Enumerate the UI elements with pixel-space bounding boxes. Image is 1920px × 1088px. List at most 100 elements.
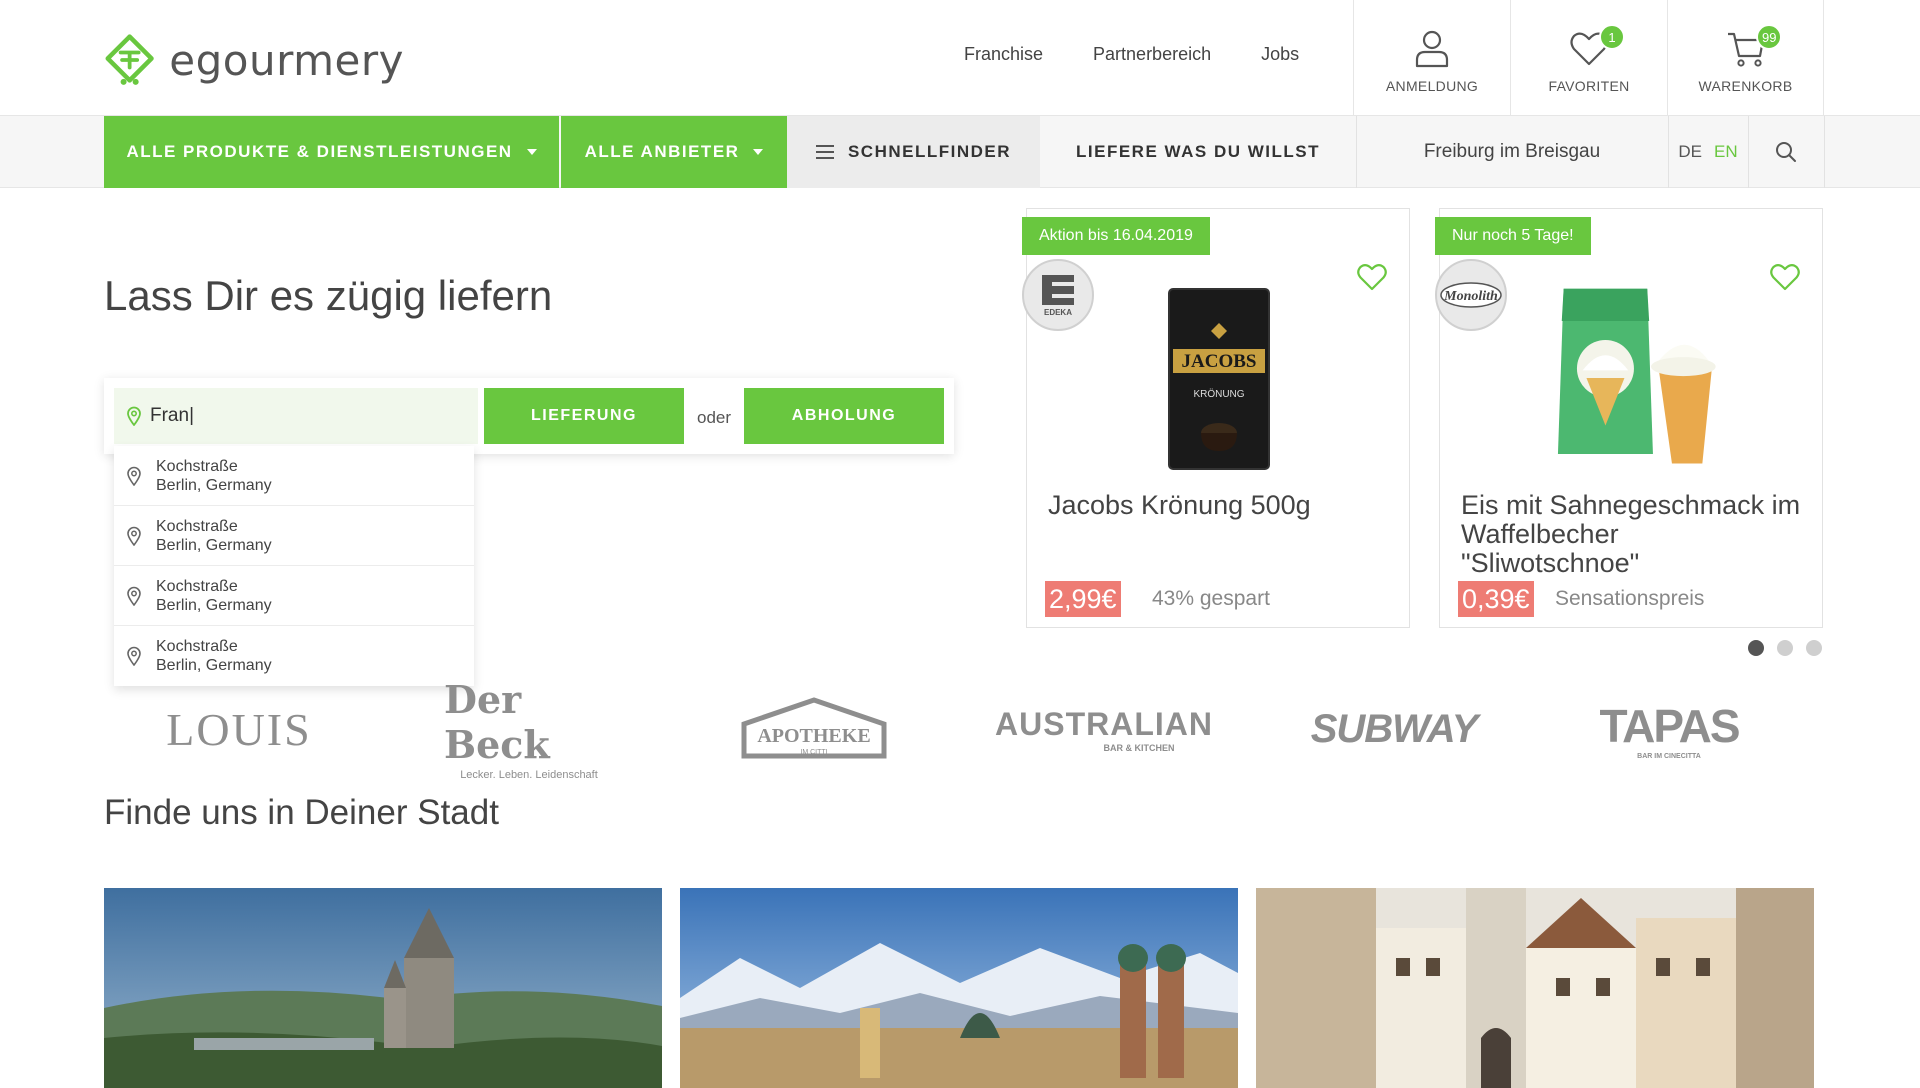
product-image: JACOBS KRÖNUNG — [1168, 288, 1270, 470]
all-products-label: ALLE PRODUKTE & DIENSTLEISTUNGEN — [126, 142, 513, 161]
city-selector[interactable]: Freiburg im Breisgau — [1356, 116, 1668, 188]
cart-label: WARENKORB — [1698, 78, 1793, 94]
suggestion-item[interactable]: Kochstraße Berlin, Germany — [114, 446, 474, 506]
delivery-button[interactable]: LIEFERUNG — [484, 388, 684, 444]
login-button[interactable]: ANMELDUNG — [1353, 0, 1510, 116]
apotheke-logo: APOTHEKE IM CITTI — [741, 697, 887, 759]
header-actions: ANMELDUNG 1 FAVORITEN 99 WARENKORB — [1353, 0, 1824, 116]
link-franchise[interactable]: Franchise — [964, 44, 1043, 65]
brand-subway-name: SUBWAY — [1310, 706, 1479, 751]
menu-icon — [815, 145, 834, 159]
delivery-search-panel: LIEFERUNG oder ABHOLUNG — [104, 378, 954, 454]
quick-finder-button[interactable]: SCHNELLFINDER — [787, 116, 1040, 188]
section-title: Finde uns in Deiner Stadt — [104, 793, 499, 832]
logo[interactable]: egourmery — [104, 24, 404, 96]
suggestion-item[interactable]: Kochstraße Berlin, Germany — [114, 626, 474, 686]
suggestion-item[interactable]: Kochstraße Berlin, Germany — [114, 506, 474, 566]
suggestion-street: Kochstraße — [156, 517, 238, 535]
edeka-logo: EDEKA — [1022, 259, 1094, 331]
promo-tag: Aktion bis 16.04.2019 — [1022, 217, 1210, 255]
product-name: Jacobs Krönung 500g — [1048, 490, 1311, 520]
package-sub: KRÖNUNG — [1193, 388, 1244, 400]
user-icon — [1415, 30, 1449, 68]
brand-australian[interactable]: AUSTRALIAN BAR & KITCHEN — [995, 688, 1212, 770]
brand-australian-tagline: BAR & KITCHEN — [1103, 742, 1175, 753]
city-card[interactable] — [1256, 888, 1814, 1088]
carousel-dot[interactable] — [1777, 640, 1793, 656]
main-nav: ALLE PRODUKTE & DIENSTLEISTUNGEN ALLE AN… — [0, 116, 1920, 188]
favorites-label: FAVORITEN — [1548, 78, 1630, 94]
product-image — [1557, 288, 1716, 464]
favorites-button[interactable]: 1 FAVORITEN — [1510, 0, 1667, 116]
location-pin-icon — [127, 586, 141, 606]
favorites-badge: 1 — [1599, 24, 1625, 50]
or-text: oder — [697, 408, 732, 427]
address-suggestions: Kochstraße Berlin, Germany Kochstraße Berl… — [114, 446, 474, 686]
search-button[interactable] — [1748, 116, 1824, 188]
brand-der-beck-name: Der Beck — [444, 677, 550, 767]
brand-der-beck-tagline: Lecker. Leben. Leidenschaft — [460, 769, 598, 781]
caret-down-icon — [753, 149, 764, 155]
caret-down-icon — [526, 149, 537, 155]
suggestion-street: Kochstraße — [156, 577, 238, 595]
link-partnerbereich[interactable]: Partnerbereich — [1093, 44, 1211, 65]
deliver-anything-label: LIEFERE WAS DU WILLST — [1076, 142, 1320, 161]
logo-icon — [105, 34, 154, 85]
product-price: 0,39€ — [1458, 581, 1534, 617]
hero-title: Lass Dir es zügig liefern — [104, 272, 553, 319]
cart-button[interactable]: 99 WARENKORB — [1667, 0, 1824, 116]
link-jobs[interactable]: Jobs — [1261, 44, 1299, 65]
monolith-icon: Monolith — [1440, 282, 1502, 308]
product-card[interactable]: Aktion bis 16.04.2019 EDEKA JACOBS KRÖNU… — [1022, 208, 1410, 628]
all-vendors-label: ALLE ANBIETER — [584, 142, 740, 161]
promo-tag: Nur noch 5 Tage! — [1435, 217, 1591, 255]
top-links: Franchise Partnerbereich Jobs — [964, 44, 1349, 65]
brand-apotheke[interactable]: APOTHEKE IM CITTI — [734, 688, 894, 770]
partner-brands: LOUIS Der Beck Lecker. Leben. Leidenscha… — [104, 677, 1794, 781]
location-pin-icon — [127, 466, 141, 486]
all-vendors-dropdown[interactable]: ALLE ANBIETER — [561, 116, 787, 188]
suggestion-street: Kochstraße — [156, 457, 238, 475]
product-card[interactable]: Nur noch 5 Tage! Monolith Eis mit Sahneg… — [1435, 208, 1823, 628]
suggestion-city: Berlin, Germany — [156, 596, 272, 614]
language-switch: DE EN — [1668, 116, 1748, 188]
cart-badge: 99 — [1756, 24, 1783, 50]
pickup-button[interactable]: ABHOLUNG — [744, 388, 944, 444]
package-brand: JACOBS — [1182, 351, 1257, 372]
location-pin-icon — [127, 526, 141, 546]
castle-city-image — [104, 888, 662, 1088]
favorite-heart-icon[interactable] — [1357, 263, 1387, 291]
brand-tapas-name: TAPAS — [1599, 699, 1740, 752]
edeka-icon: EDEKA — [1042, 275, 1074, 317]
product-name: Eis mit Sahnegeschmack im Waffelbecher "… — [1461, 490, 1801, 578]
brand-subway[interactable]: SUBWAY — [1311, 688, 1479, 770]
suggestion-street: Kochstraße — [156, 638, 238, 655]
carousel-dot[interactable] — [1806, 640, 1822, 656]
quick-finder-label: SCHNELLFINDER — [847, 142, 1012, 161]
city-card[interactable] — [104, 888, 662, 1088]
carousel-dot[interactable] — [1748, 640, 1764, 656]
lang-de[interactable]: DE — [1678, 142, 1702, 162]
top-header: egourmery Franchise Partnerbereich Jobs … — [0, 0, 1920, 116]
address-field[interactable] — [114, 388, 478, 444]
address-input[interactable] — [150, 405, 450, 427]
favorite-heart-icon[interactable] — [1770, 263, 1800, 291]
suggestion-city: Berlin, Germany — [156, 476, 272, 494]
brand-der-beck[interactable]: Der Beck Lecker. Leben. Leidenschaft — [444, 677, 614, 781]
all-products-dropdown[interactable]: ALLE PRODUKTE & DIENSTLEISTUNGEN — [104, 116, 559, 188]
deliver-anything-link[interactable]: LIEFERE WAS DU WILLST — [1040, 116, 1356, 188]
nav-divider — [1824, 116, 1825, 188]
brand-tapas[interactable]: TAPAS BAR IM CINECITTA — [1599, 688, 1740, 770]
lang-en[interactable]: EN — [1714, 142, 1738, 162]
edeka-text: EDEKA — [1044, 308, 1072, 317]
location-pin-icon — [127, 406, 141, 426]
suggestion-city: Berlin, Germany — [156, 536, 272, 554]
brand-louis[interactable]: LOUIS — [164, 688, 314, 770]
login-label: ANMELDUNG — [1385, 78, 1479, 94]
search-icon — [1776, 142, 1796, 162]
monolith-text: Monolith — [1443, 289, 1498, 304]
suggestion-item[interactable]: Kochstraße Berlin, Germany — [114, 566, 474, 626]
apotheke-text: APOTHEKE — [757, 725, 870, 747]
city-card[interactable] — [680, 888, 1238, 1088]
brand-australian-name: AUSTRALIAN — [995, 705, 1213, 742]
